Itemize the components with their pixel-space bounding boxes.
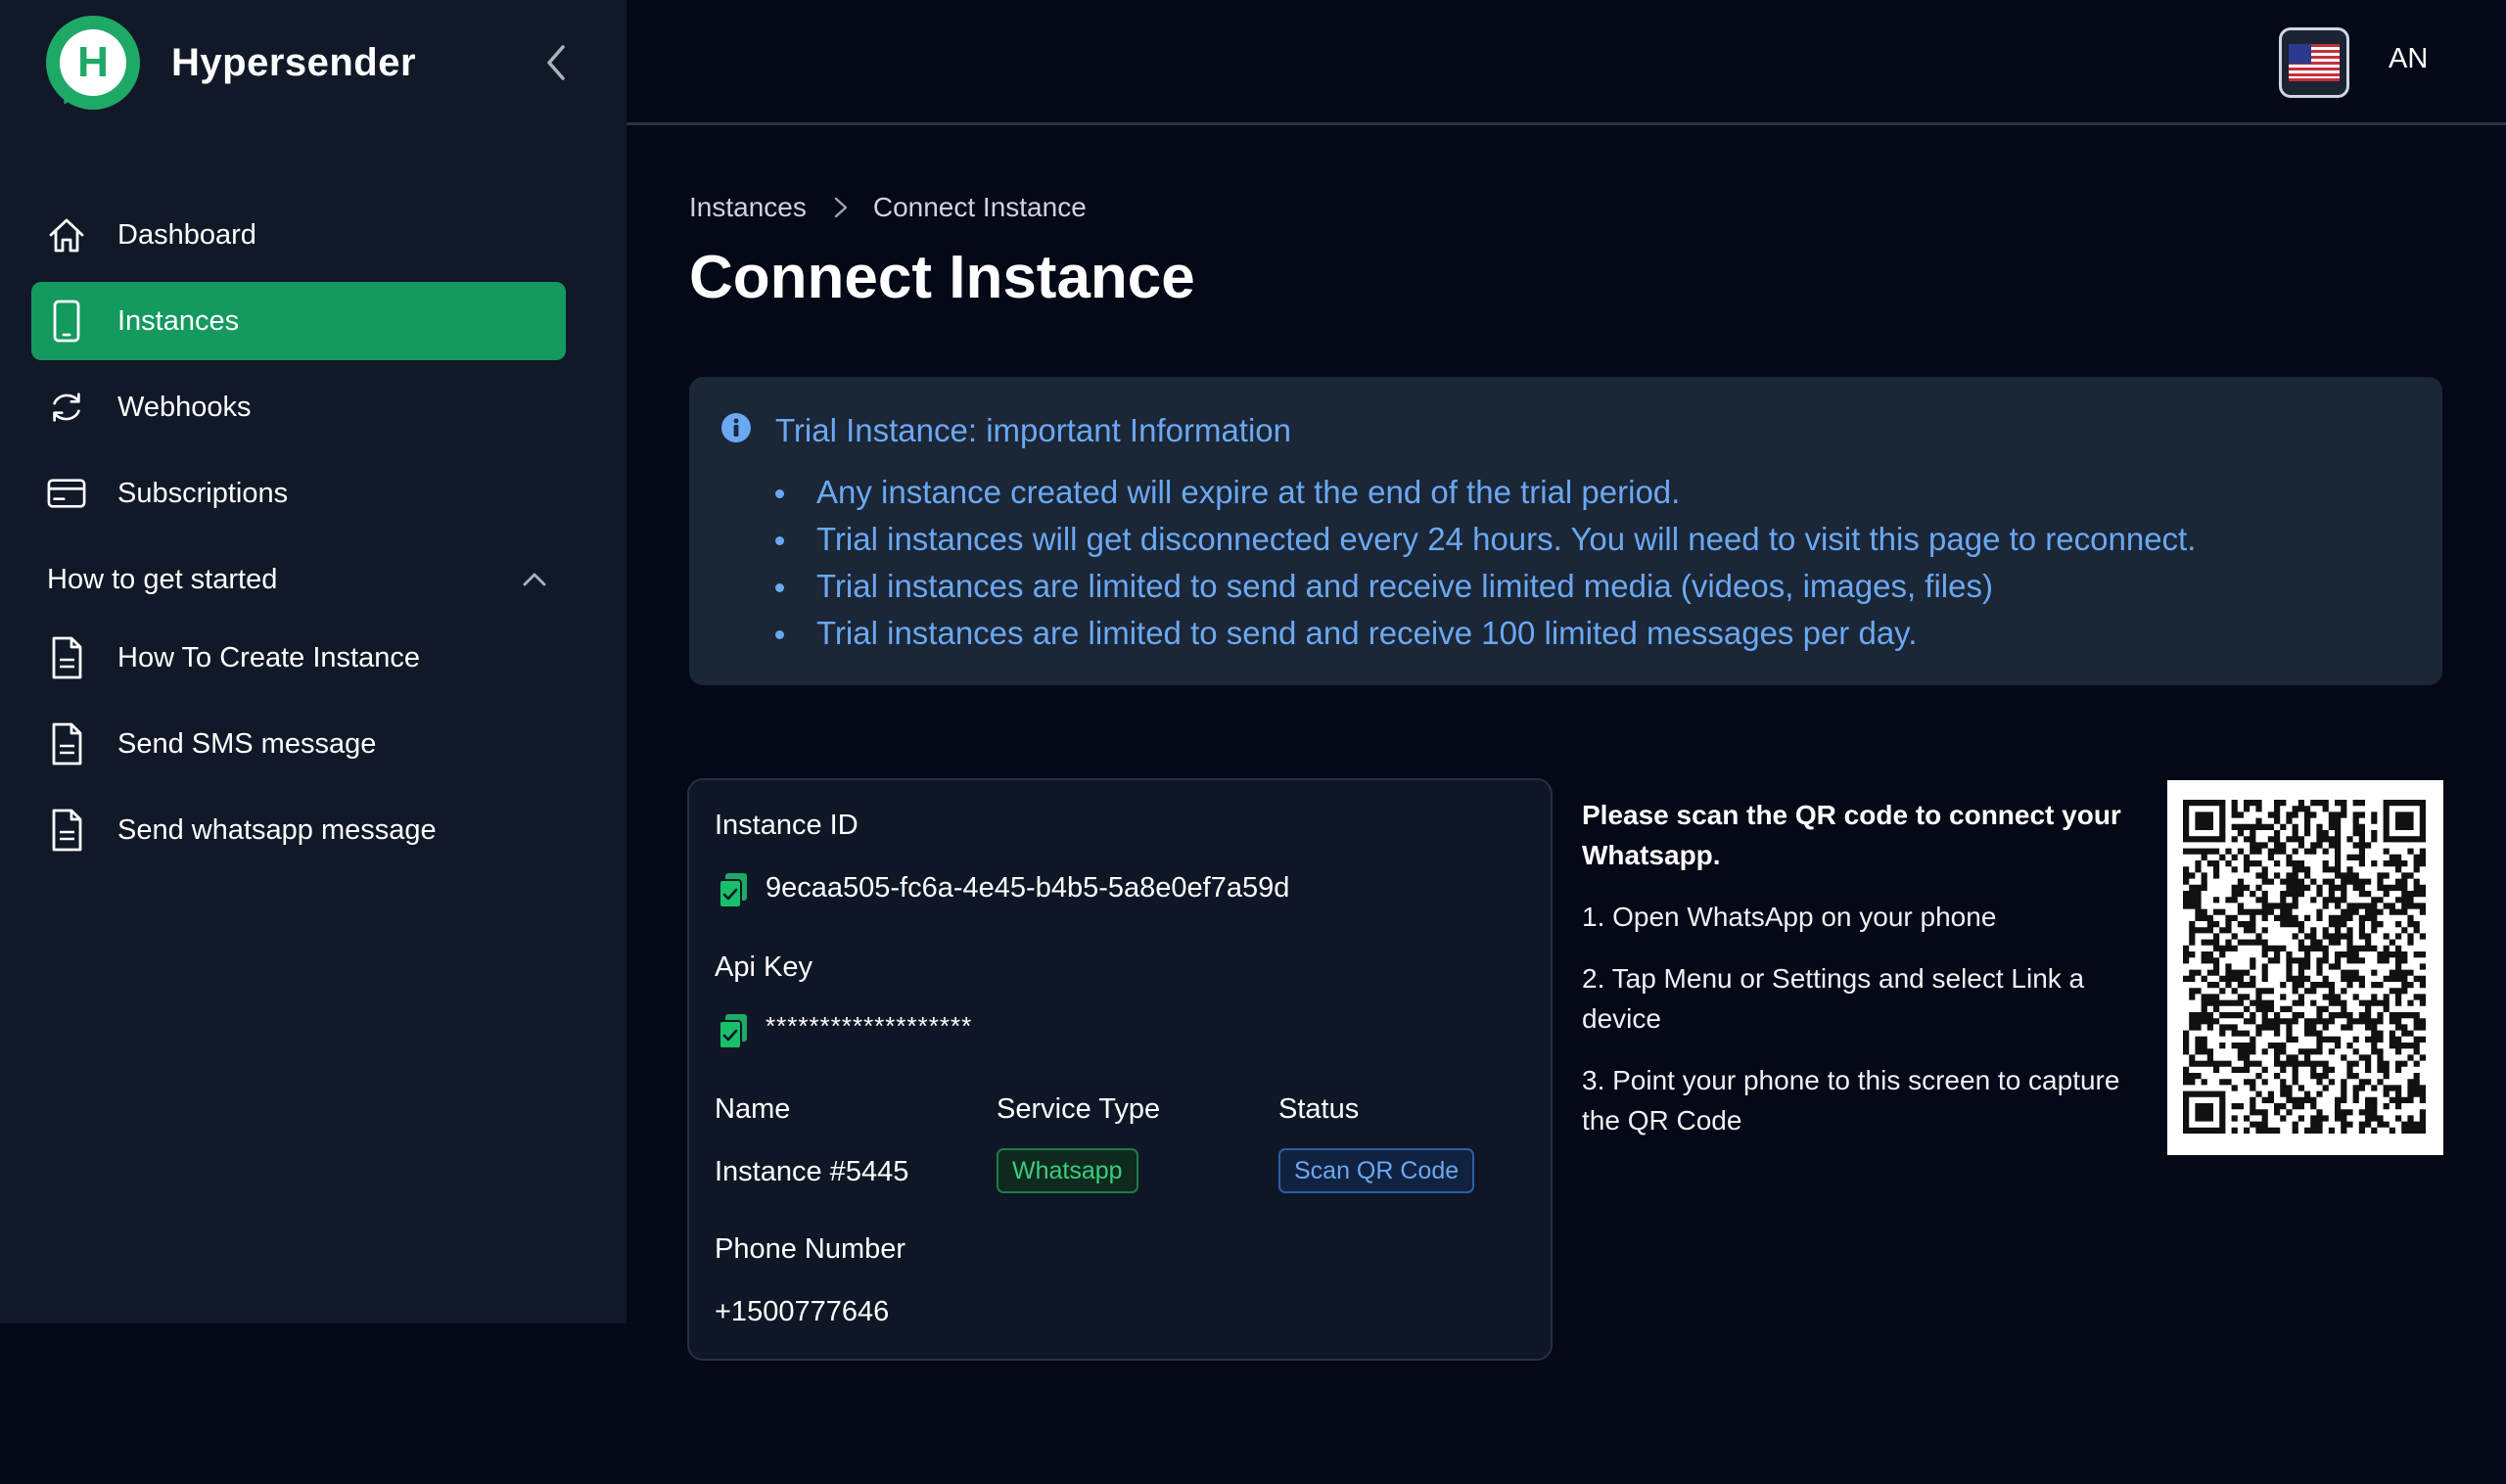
refresh-icon: [47, 386, 86, 429]
logo-letter: H: [60, 29, 126, 96]
trial-info-alert: Trial Instance: important Information An…: [689, 377, 2442, 685]
api-key-label: Api Key: [715, 951, 812, 983]
qr-step: 1. Open WhatsApp on your phone: [1582, 902, 1997, 932]
sidebar-item-label: Send SMS message: [117, 727, 377, 760]
info-icon: [721, 413, 751, 442]
section-how-to-get-started[interactable]: How to get started: [31, 540, 566, 619]
alert-list: Any instance created will expire at the …: [775, 469, 2196, 657]
chevron-right-icon: [834, 197, 848, 218]
phone-number-label: Phone Number: [715, 1233, 906, 1265]
sidebar-item-how-to-create-instance[interactable]: How To Create Instance: [31, 619, 566, 697]
document-icon: [47, 809, 86, 852]
alert-title: Trial Instance: important Information: [775, 412, 1292, 448]
name-label: Name: [715, 1093, 791, 1125]
app-name: Hypersender: [171, 40, 417, 84]
phone-icon: [47, 300, 86, 343]
api-key-value: *******************: [766, 1011, 973, 1041]
sidebar-item-label: Dashboard: [117, 218, 256, 251]
sidebar-item-dashboard[interactable]: Dashboard: [31, 196, 566, 274]
service-type-badge: Whatsapp: [997, 1148, 1138, 1193]
sidebar-item-label: Instances: [117, 304, 240, 337]
copy-api-key-icon[interactable]: [717, 1012, 750, 1051]
qr-step: 2. Tap Menu or Settings and select Link …: [1582, 963, 2085, 1034]
sidebar-item-subscriptions[interactable]: Subscriptions: [31, 454, 566, 533]
sidebar-item-send-whatsapp-message[interactable]: Send whatsapp message: [31, 791, 566, 869]
instance-id-value: 9ecaa505-fc6a-4e45-b4b5-5a8e0ef7a59d: [766, 872, 1290, 904]
section-items: How To Create Instance Send SMS message …: [31, 619, 566, 869]
sidebar-item-send-sms-message[interactable]: Send SMS message: [31, 705, 566, 783]
breadcrumb-instances-link[interactable]: Instances: [689, 192, 807, 223]
language-button[interactable]: [2279, 27, 2349, 98]
top-bar: AN: [626, 0, 2506, 125]
phone-number-value: +1500777646: [715, 1296, 890, 1327]
credit-card-icon: [47, 472, 86, 515]
breadcrumb: Instances Connect Instance: [689, 192, 1087, 223]
qr-instructions: Please scan the QR code to connect your …: [1582, 795, 2130, 1140]
chevron-up-icon: [523, 573, 546, 586]
document-icon: [47, 636, 86, 679]
alert-list-item: Any instance created will expire at the …: [775, 469, 2196, 516]
sidebar-item-label: How To Create Instance: [117, 641, 420, 673]
status-label: Status: [1278, 1093, 1360, 1125]
service-type-label: Service Type: [997, 1093, 1161, 1125]
hypersender-logo-icon: H: [46, 16, 140, 112]
copy-instance-id-icon[interactable]: [717, 871, 750, 910]
brand[interactable]: H Hypersender: [46, 16, 417, 112]
chevron-left-icon: [547, 45, 565, 80]
sidebar-item-instances[interactable]: Instances: [31, 282, 566, 360]
us-flag-icon: [2289, 44, 2340, 81]
instance-id-label: Instance ID: [715, 810, 859, 841]
alert-list-item: Trial instances are limited to send and …: [775, 563, 2196, 610]
qr-code: [2167, 780, 2443, 1155]
sidebar-item-label: Send whatsapp message: [117, 813, 437, 846]
sidebar-nav: Dashboard Instances Webhooks Subscriptio…: [31, 196, 566, 877]
status-badge: Scan QR Code: [1278, 1148, 1475, 1193]
alert-list-item: Trial instances are limited to send and …: [775, 610, 2196, 657]
document-icon: [47, 722, 86, 765]
qr-step: 3. Point your phone to this screen to ca…: [1582, 1065, 2120, 1136]
qr-instructions-heading: Please scan the QR code to connect your …: [1582, 800, 2121, 870]
qr-code-image: [2183, 800, 2426, 1135]
breadcrumb-current: Connect Instance: [872, 192, 1087, 222]
alert-list-item: Trial instances will get disconnected ev…: [775, 516, 2196, 563]
page-title: Connect Instance: [689, 244, 1195, 311]
collapse-sidebar-button[interactable]: [536, 39, 576, 86]
section-label: How to get started: [47, 563, 278, 595]
sidebar-item-label: Webhooks: [117, 391, 252, 423]
sidebar-item-webhooks[interactable]: Webhooks: [31, 368, 566, 446]
name-value: Instance #5445: [715, 1156, 909, 1187]
sidebar-item-label: Subscriptions: [117, 477, 289, 509]
user-menu[interactable]: AN: [2389, 43, 2428, 75]
instance-details-card: Instance ID 9ecaa505-fc6a-4e45-b4b5-5a8e…: [687, 778, 1553, 1361]
sidebar: H Hypersender Dashboard Instances Webhoo…: [0, 0, 626, 1323]
home-icon: [47, 213, 86, 256]
